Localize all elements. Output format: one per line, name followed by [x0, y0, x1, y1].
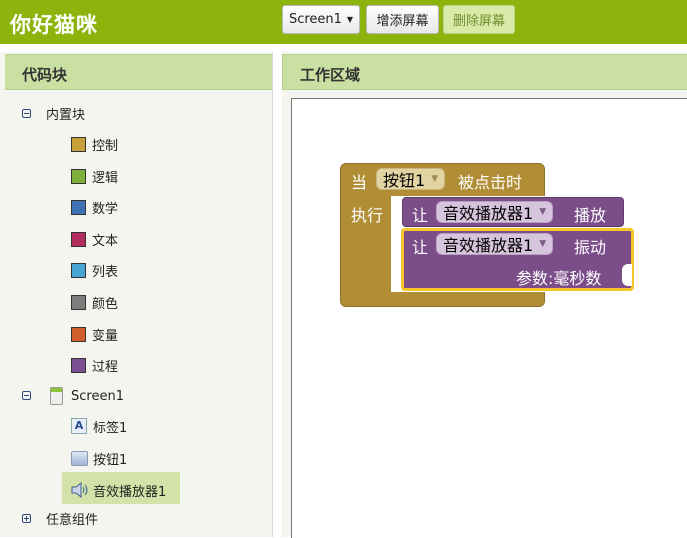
- tree-item-label: 按钮1: [93, 452, 128, 468]
- tree-item-text[interactable]: 文本: [71, 229, 118, 249]
- tree-item-procedures[interactable]: 过程: [71, 355, 118, 375]
- screen-icon: [50, 387, 63, 405]
- event-when-label: 当: [351, 173, 368, 192]
- chevron-down-icon: ▼: [431, 174, 439, 184]
- tree-builtin[interactable]: 内置块: [46, 103, 85, 123]
- colors-color-swatch: [71, 294, 86, 310]
- button-icon: [71, 450, 88, 466]
- blocks-panel: [0, 52, 273, 537]
- event-name-label: 被点击时: [458, 173, 523, 192]
- tree-item-colors[interactable]: 颜色: [71, 292, 118, 312]
- chevron-down-icon: ▼: [346, 15, 354, 24]
- label-icon: A: [71, 418, 87, 434]
- tree-any-component[interactable]: 任意组件: [46, 508, 98, 528]
- tree-screen[interactable]: Screen1: [50, 386, 124, 406]
- vibrate-component-dropdown[interactable]: 音效播放器1 ▼: [436, 233, 554, 255]
- param-socket[interactable]: [622, 264, 632, 286]
- tree-item-label: 数学: [92, 201, 119, 217]
- tree-screen-label: Screen1: [71, 388, 124, 404]
- screen-select-dropdown[interactable]: Screen1 ▼: [282, 5, 360, 34]
- tree-item-variables[interactable]: 变量: [71, 324, 118, 344]
- expand-icon[interactable]: [22, 514, 31, 523]
- blocks-panel-title: 代码块: [5, 54, 272, 90]
- tree-item-label: 变量: [92, 328, 119, 344]
- app-title: 你好猫咪: [10, 13, 98, 37]
- tree-component-label[interactable]: A 标签1: [71, 416, 127, 436]
- tree-item-lists[interactable]: 列表: [71, 260, 118, 280]
- vibrate-param-label: 参数:毫秒数: [516, 269, 602, 288]
- vibrate-let-label: 让: [412, 238, 429, 257]
- tree-item-label: 颜色: [92, 296, 119, 312]
- speaker-icon: [70, 481, 90, 499]
- procedures-color-swatch: [71, 357, 86, 373]
- event-do-label: 执行: [351, 206, 384, 225]
- variables-color-swatch: [71, 326, 86, 342]
- tree-item-label: 音效播放器1: [93, 484, 167, 500]
- event-component-dropdown[interactable]: 按钮1 ▼: [376, 168, 446, 190]
- text-color-swatch: [71, 231, 86, 247]
- add-screen-button[interactable]: 增添屏幕: [366, 5, 439, 34]
- tree-item-control[interactable]: 控制: [71, 134, 118, 154]
- screen-select-label: Screen1: [288, 12, 342, 27]
- logic-color-swatch: [71, 168, 86, 184]
- math-color-swatch: [71, 199, 86, 215]
- tree-item-label: 标签1: [93, 420, 128, 436]
- control-color-swatch: [71, 136, 86, 152]
- tree-component-sound[interactable]: 音效播放器1: [70, 480, 166, 500]
- play-component-dropdown[interactable]: 音效播放器1 ▼: [436, 201, 554, 223]
- top-bar: 你好猫咪 Screen1 ▼ 增添屏幕 删除屏幕: [0, 0, 687, 44]
- tree-item-label: 控制: [92, 138, 119, 154]
- tree-item-label: 过程: [92, 359, 119, 375]
- collapse-icon[interactable]: [22, 391, 31, 400]
- tree-item-label: 列表: [92, 264, 119, 280]
- remove-screen-button[interactable]: 删除屏幕: [443, 5, 515, 34]
- vibrate-component-label: 音效播放器1: [443, 236, 534, 255]
- tree-component-button[interactable]: 按钮1: [71, 448, 127, 468]
- tree-item-label: 文本: [92, 233, 119, 249]
- tree-item-label: 逻辑: [92, 170, 119, 186]
- chevron-down-icon: ▼: [539, 239, 547, 249]
- collapse-icon[interactable]: [22, 109, 31, 118]
- chevron-down-icon: ▼: [539, 207, 547, 217]
- workspace-title: 工作区域: [282, 54, 687, 90]
- tree-item-math[interactable]: 数学: [71, 197, 118, 217]
- play-component-label: 音效播放器1: [443, 204, 534, 223]
- event-component-label: 按钮1: [383, 171, 426, 190]
- play-let-label: 让: [412, 206, 429, 225]
- tree-item-logic[interactable]: 逻辑: [71, 166, 118, 186]
- lists-color-swatch: [71, 262, 86, 278]
- vibrate-method-label: 振动: [574, 238, 607, 257]
- play-method-label: 播放: [574, 206, 607, 225]
